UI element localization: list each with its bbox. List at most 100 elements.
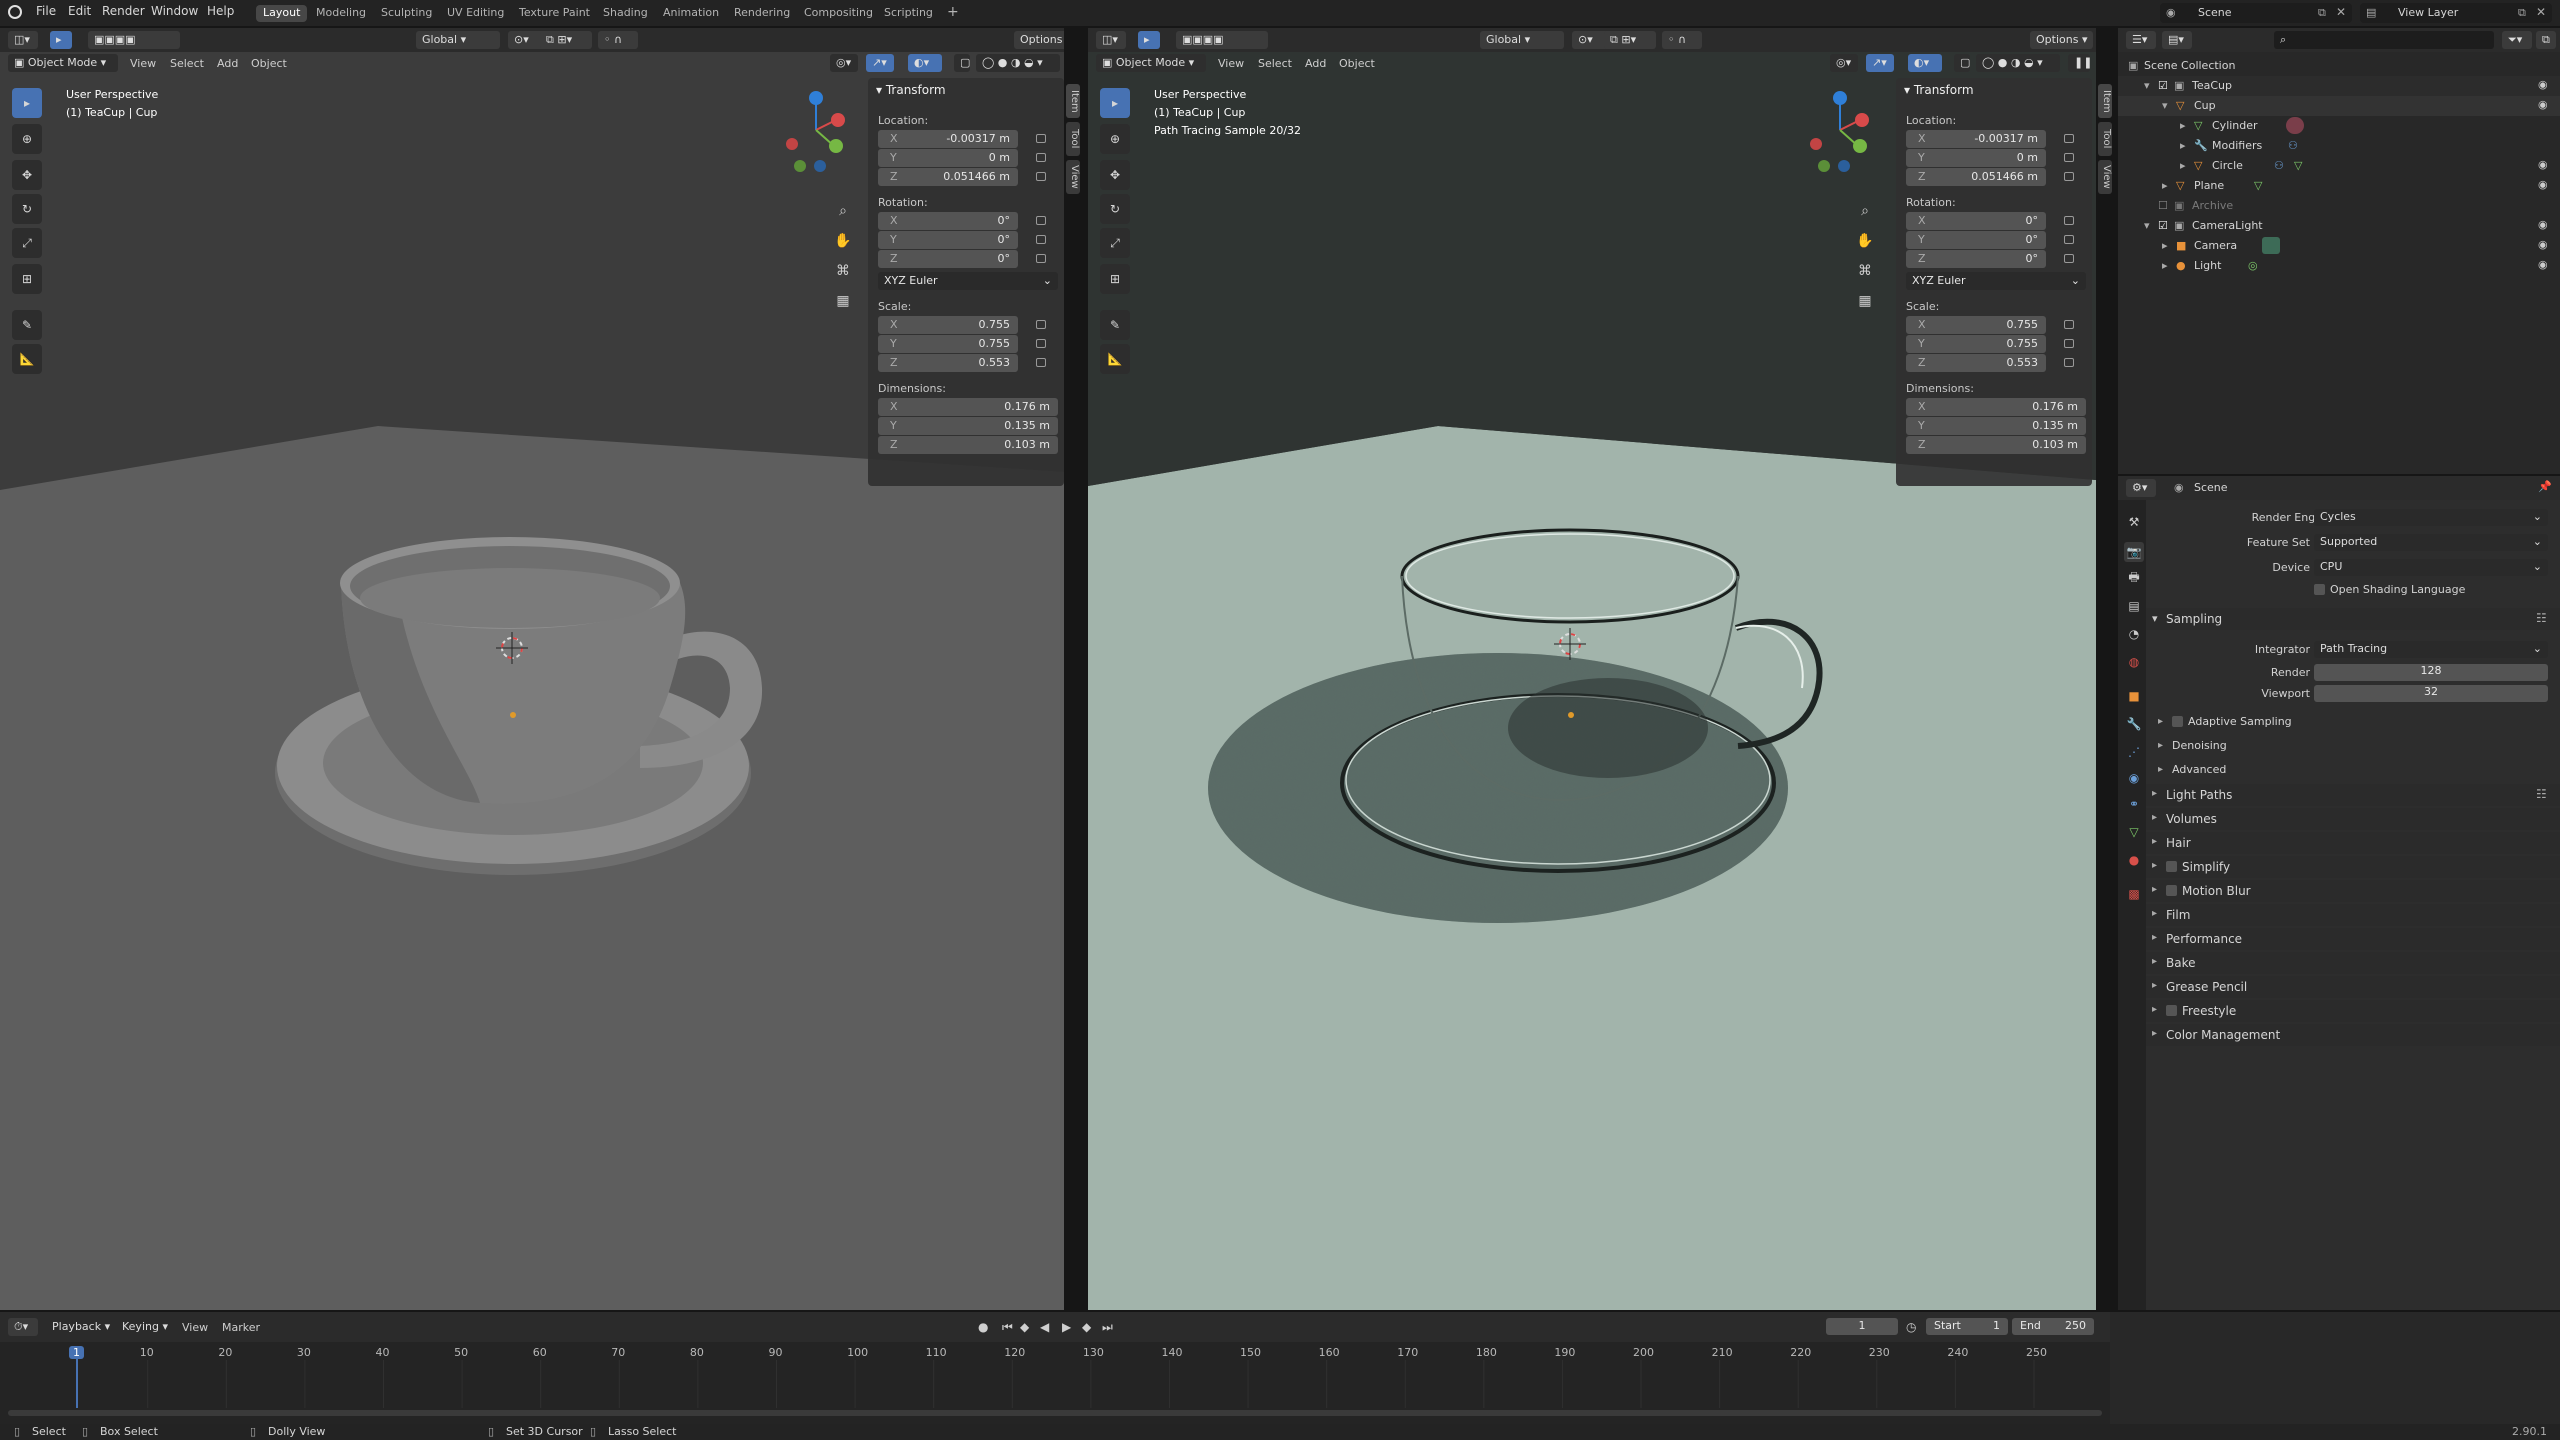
color-management-panel[interactable]: ▸ Color Management: [2146, 1024, 2560, 1046]
xray-icon[interactable]: ▢: [954, 54, 970, 72]
tab-item[interactable]: Item: [1066, 84, 1080, 118]
scale-x-field[interactable]: X 0.755: [878, 316, 1018, 334]
navigation-gizmo[interactable]: [1800, 84, 1880, 180]
tab-sculpting[interactable]: Sculpting: [374, 5, 439, 22]
visibility-icon[interactable]: ◎▾: [1830, 54, 1858, 72]
transform-tool-icon[interactable]: ⊞: [12, 264, 42, 294]
rotation-z-field[interactable]: Z 0°: [878, 250, 1018, 268]
prev-keyframe-icon[interactable]: ◆: [1020, 1320, 1029, 1334]
expand-arrow-icon[interactable]: ▸: [2180, 159, 2186, 172]
camera-view-icon[interactable]: ⌘: [1854, 260, 1876, 282]
selection-mode-icons[interactable]: ▣▣▣▣: [1176, 31, 1268, 49]
new-collection-icon[interactable]: ⧉: [2536, 31, 2556, 49]
output-properties-icon[interactable]: 🖶: [2124, 568, 2144, 588]
rotation-x-field[interactable]: X 0°: [878, 212, 1018, 230]
transform-orientation-dropdown[interactable]: Global ▾: [1480, 31, 1564, 49]
menu-file[interactable]: File: [36, 4, 56, 18]
tab-tool[interactable]: Tool: [2098, 122, 2112, 156]
lock-icon[interactable]: [1036, 254, 1046, 263]
outliner-search-input[interactable]: ⌕: [2274, 31, 2494, 49]
film-panel[interactable]: ▸ Film: [2146, 904, 2560, 926]
lock-icon[interactable]: [2064, 339, 2074, 348]
denoising-subpanel[interactable]: ▸ Denoising: [2158, 736, 2560, 758]
cursor-tool-icon[interactable]: ⊕: [1100, 124, 1130, 154]
pause-render-icon[interactable]: ❚❚: [2068, 54, 2092, 72]
menu-object[interactable]: Object: [251, 57, 287, 70]
adaptive-sampling-checkbox[interactable]: [2172, 716, 2183, 727]
start-frame-field[interactable]: Start 1: [1926, 1318, 2008, 1335]
presets-icon[interactable]: ☷: [2536, 787, 2547, 801]
overlay-icon[interactable]: ◐▾: [908, 54, 942, 72]
move-tool-icon[interactable]: ✥: [1100, 160, 1130, 190]
scale-y-field[interactable]: Y 0.755: [1906, 335, 2046, 353]
xray-icon[interactable]: ▢: [1954, 54, 1970, 72]
dimensions-x-field[interactable]: X 0.176 m: [1906, 398, 2086, 416]
menu-view[interactable]: View: [130, 57, 156, 70]
material-icon[interactable]: [2286, 117, 2304, 134]
perspective-toggle-icon[interactable]: ▦: [832, 290, 854, 312]
shading-mode-icons[interactable]: ◯ ● ◑ ◒ ▾: [976, 54, 1060, 72]
presets-icon[interactable]: ☷: [2536, 611, 2547, 625]
object-mode-dropdown[interactable]: ▣ Object Mode ▾: [1096, 54, 1206, 72]
menu-view[interactable]: View: [1218, 57, 1244, 70]
proportional-edit-icon[interactable]: ◦ ∩: [598, 31, 638, 49]
lock-icon[interactable]: [2064, 358, 2074, 367]
lock-icon[interactable]: [2064, 254, 2074, 263]
outliner-row-circle[interactable]: ▸ ▽ Circle ⚇ ▽ ◉: [2118, 156, 2560, 176]
editor-type-icon[interactable]: ⏱▾: [8, 1318, 38, 1336]
performance-panel[interactable]: ▸ Performance: [2146, 928, 2560, 950]
dimensions-x-field[interactable]: X 0.176 m: [878, 398, 1058, 416]
measure-tool-icon[interactable]: 📐: [1100, 344, 1130, 374]
menu-marker[interactable]: Marker: [222, 1321, 260, 1334]
scale-x-field[interactable]: X 0.755: [1906, 316, 2046, 334]
keying-menu[interactable]: Keying ▾: [116, 1318, 174, 1336]
integrator-dropdown[interactable]: Path Tracing ⌄: [2314, 641, 2548, 658]
cursor-tool-icon[interactable]: ⊕: [12, 124, 42, 154]
transform-panel-title[interactable]: ▾ Transform: [876, 83, 946, 97]
lock-icon[interactable]: [2064, 172, 2074, 181]
rotate-tool-icon[interactable]: ↻: [1100, 194, 1130, 224]
rotation-z-field[interactable]: Z 0°: [1906, 250, 2046, 268]
visibility-icon[interactable]: ◎▾: [830, 54, 858, 72]
eye-icon[interactable]: ◉: [2538, 238, 2548, 251]
tab-compositing[interactable]: Compositing: [797, 5, 880, 22]
hair-panel[interactable]: ▸ Hair: [2146, 832, 2560, 854]
transform-orientation-dropdown[interactable]: Global ▾: [416, 31, 500, 49]
lock-icon[interactable]: [2064, 153, 2074, 162]
checkbox-icon[interactable]: ☑: [2158, 79, 2168, 92]
eye-icon[interactable]: ◉: [2538, 258, 2548, 271]
simplify-checkbox[interactable]: [2166, 861, 2177, 872]
tab-animation[interactable]: Animation: [656, 5, 726, 22]
select-box-tool-icon[interactable]: ▸: [1100, 88, 1130, 118]
navigation-gizmo[interactable]: [776, 84, 856, 180]
tab-shading[interactable]: Shading: [596, 5, 655, 22]
modifier-icon[interactable]: ⚇: [2288, 139, 2298, 152]
new-scene-icon[interactable]: ⧉: [2318, 6, 2326, 20]
lock-icon[interactable]: [2064, 216, 2074, 225]
display-mode-icon[interactable]: ▤▾: [2162, 31, 2192, 49]
adaptive-sampling-subpanel[interactable]: ▸ Adaptive Sampling: [2158, 712, 2560, 734]
menu-render[interactable]: Render: [102, 4, 145, 18]
select-tool-icon[interactable]: ▸: [50, 31, 72, 49]
dimensions-z-field[interactable]: Z 0.103 m: [1906, 436, 2086, 454]
shading-mode-icons[interactable]: ◯ ● ◑ ◒ ▾: [1976, 54, 2060, 72]
rotate-tool-icon[interactable]: ↻: [12, 194, 42, 224]
scale-z-field[interactable]: Z 0.553: [878, 354, 1018, 372]
object-properties-icon[interactable]: ■: [2124, 686, 2144, 706]
camera-view-icon[interactable]: ⌘: [832, 260, 854, 282]
checkbox-icon[interactable]: ☐: [2158, 199, 2168, 212]
options-dropdown[interactable]: Options ▾: [1014, 31, 1064, 49]
menu-select[interactable]: Select: [170, 57, 204, 70]
record-icon[interactable]: ●: [978, 1320, 988, 1334]
mesh-icon[interactable]: ▽: [2254, 179, 2262, 192]
lock-icon[interactable]: [1036, 216, 1046, 225]
outliner-row-modifiers[interactable]: ▸ 🔧 Modifiers ⚇: [2118, 136, 2560, 156]
material-properties-icon[interactable]: ●: [2124, 850, 2144, 870]
lock-icon[interactable]: [1036, 172, 1046, 181]
close-icon[interactable]: ✕: [2536, 5, 2546, 19]
modifier-properties-icon[interactable]: 🔧: [2124, 714, 2144, 734]
scale-tool-icon[interactable]: ⤢: [1100, 228, 1130, 258]
menu-view[interactable]: View: [182, 1321, 208, 1334]
render-properties-icon[interactable]: 📷: [2124, 542, 2144, 562]
location-z-field[interactable]: Z 0.051466 m: [1906, 168, 2046, 186]
